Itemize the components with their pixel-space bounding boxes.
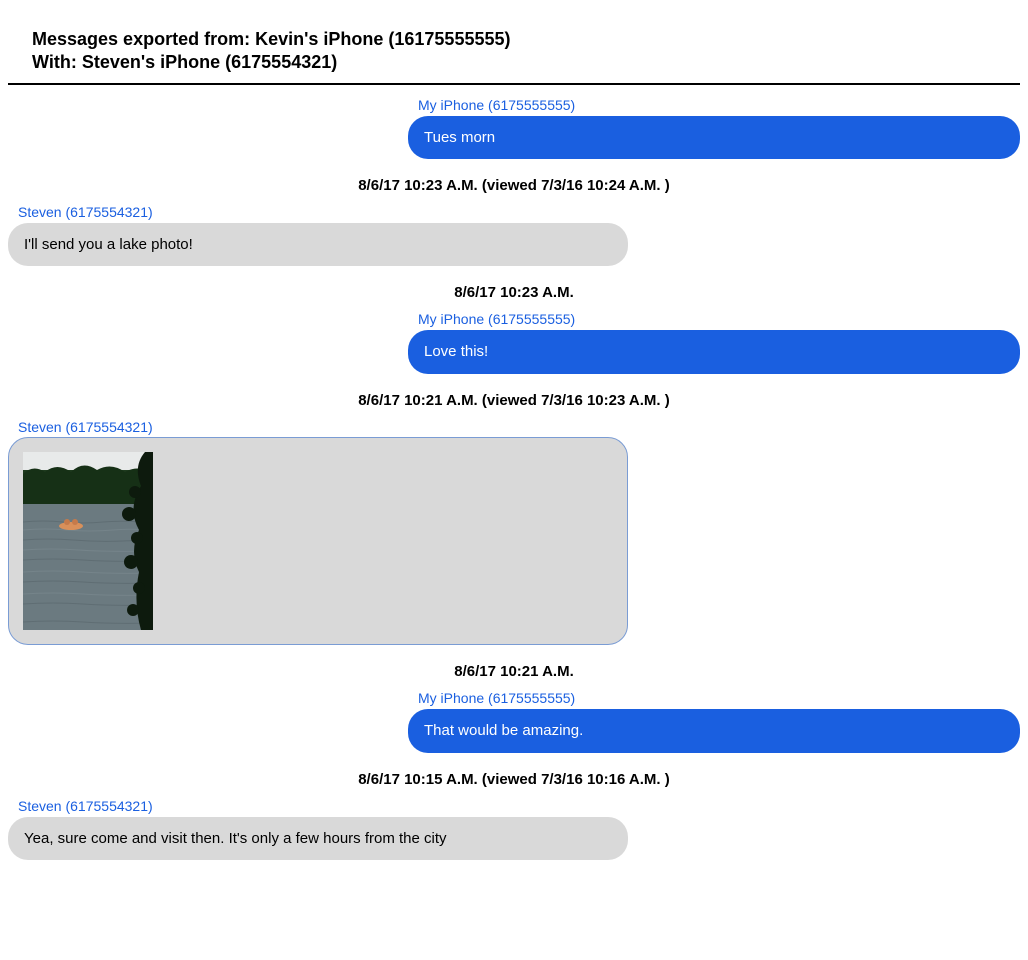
message-block: My iPhone (6175555555) That would be ama…: [8, 690, 1020, 752]
message-bubble-outgoing: Tues morn: [408, 116, 1020, 160]
message-bubble-outgoing: Love this!: [408, 330, 1020, 374]
message-bubble-outgoing: That would be amazing.: [408, 709, 1020, 753]
message-bubble-incoming-image: [8, 437, 628, 645]
timestamp: 8/6/17 10:21 A.M. (viewed 7/3/16 10:23 A…: [8, 392, 1020, 409]
message-bubble-incoming: Yea, sure come and visit then. It's only…: [8, 817, 628, 861]
sender-label: Steven (6175554321): [18, 798, 1020, 815]
timestamp: 8/6/17 10:15 A.M. (viewed 7/3/16 10:16 A…: [8, 771, 1020, 788]
lake-photo-icon: [23, 452, 153, 630]
sender-label: Steven (6175554321): [18, 204, 1020, 221]
message-block: Steven (6175554321) I'll send you a lake…: [8, 204, 1020, 266]
timestamp: 8/6/17 10:23 A.M.: [8, 284, 1020, 301]
message-list: My iPhone (6175555555) Tues morn 8/6/17 …: [0, 85, 1028, 890]
header-line-from: Messages exported from: Kevin's iPhone (…: [32, 28, 996, 51]
message-block: Steven (6175554321): [8, 419, 1020, 646]
timestamp: 8/6/17 10:23 A.M. (viewed 7/3/16 10:24 A…: [8, 177, 1020, 194]
sender-label: Steven (6175554321): [18, 419, 1020, 436]
message-bubble-incoming: I'll send you a lake photo!: [8, 223, 628, 267]
sender-label: My iPhone (6175555555): [418, 97, 1020, 114]
message-block: My iPhone (6175555555) Tues morn: [8, 97, 1020, 159]
message-block: My iPhone (6175555555) Love this!: [8, 311, 1020, 373]
message-block: Steven (6175554321) Yea, sure come and v…: [8, 798, 1020, 860]
timestamp: 8/6/17 10:21 A.M.: [8, 663, 1020, 680]
sender-label: My iPhone (6175555555): [418, 690, 1020, 707]
export-header: Messages exported from: Kevin's iPhone (…: [8, 0, 1020, 85]
header-line-with: With: Steven's iPhone (6175554321): [32, 51, 996, 74]
sender-label: My iPhone (6175555555): [418, 311, 1020, 328]
